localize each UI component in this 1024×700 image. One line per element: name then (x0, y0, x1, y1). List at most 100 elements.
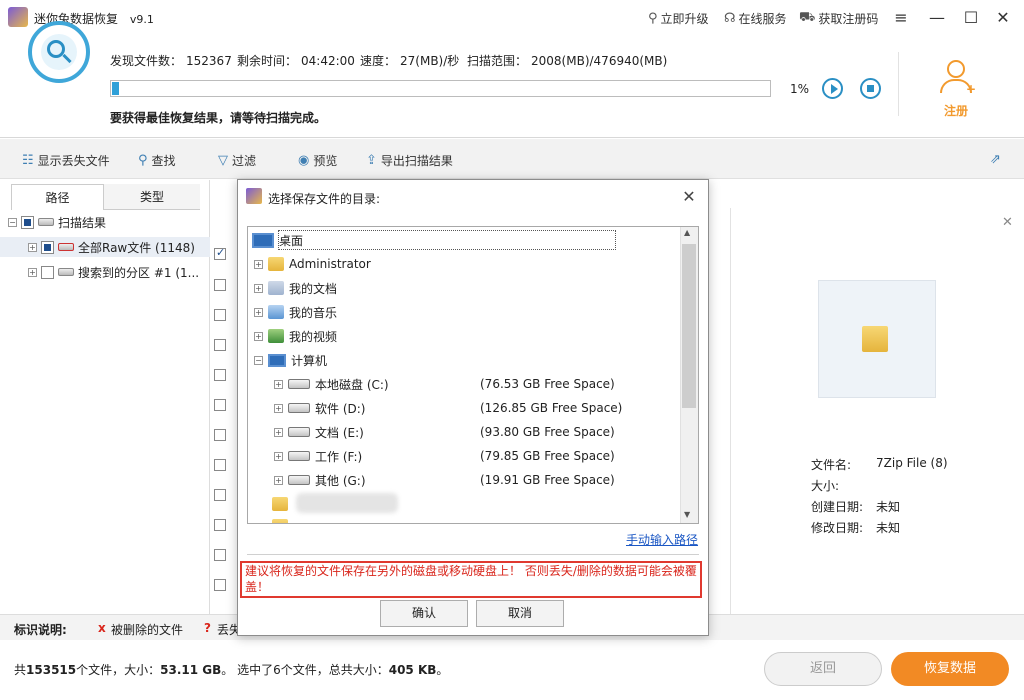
tree-computer[interactable]: − 计算机 (254, 349, 327, 371)
modified-label: 修改日期: (811, 521, 864, 535)
filename-label: 文件名: (811, 458, 852, 472)
tab-type[interactable]: 类型 (104, 184, 200, 210)
collapse-icon[interactable]: − (8, 217, 17, 227)
raw-drive-icon (58, 243, 74, 251)
partition-checkbox[interactable] (41, 265, 54, 279)
expand-icon[interactable]: + (274, 475, 283, 485)
share-button[interactable]: ⇗ (990, 152, 1001, 167)
play-icon (831, 84, 838, 94)
scan-progress-fill (112, 82, 119, 95)
collapse-icon[interactable]: − (254, 355, 263, 365)
upgrade-link[interactable]: ⚲ 立即升级 (648, 10, 709, 27)
scroll-down-icon[interactable]: ▼ (684, 510, 690, 519)
expand-icon[interactable]: + (274, 379, 283, 389)
eye-icon: ◉ (298, 153, 310, 168)
confirm-button[interactable]: 确认 (380, 600, 468, 627)
expand-icon[interactable]: + (274, 451, 283, 461)
tree-drive-f[interactable]: + 工作 (F:) (274, 445, 362, 467)
tree-label: 我的视频 (289, 329, 338, 344)
manual-path-link[interactable]: 手动输入路径 (626, 531, 698, 548)
maximize-button[interactable]: ☐ (958, 6, 984, 30)
tree-my-videos[interactable]: + 我的视频 (254, 325, 337, 347)
row-checkbox[interactable]: ✓ (214, 246, 226, 260)
row-checkbox[interactable] (214, 459, 226, 471)
row-checkbox[interactable] (214, 519, 226, 531)
app-logo-icon (8, 7, 28, 27)
created-value: 未知 (876, 500, 901, 514)
tree-scan-results[interactable]: − 扫描结果 (8, 212, 106, 232)
export-icon: ⇪ (366, 153, 377, 168)
row-checkbox[interactable] (214, 489, 226, 501)
tree-my-music[interactable]: + 我的音乐 (254, 301, 337, 323)
expand-icon[interactable]: + (28, 267, 37, 277)
tree-label: Administrator (289, 257, 371, 271)
expand-icon[interactable]: + (254, 307, 263, 317)
row-checkbox[interactable] (214, 429, 226, 441)
user-folder-icon (268, 257, 284, 271)
tree-label: 计算机 (291, 353, 328, 368)
expand-icon[interactable]: + (274, 403, 283, 413)
stop-button[interactable] (860, 78, 881, 99)
scan-results-checkbox[interactable] (21, 215, 34, 229)
row-checkbox[interactable] (214, 339, 226, 351)
resume-button[interactable] (822, 78, 843, 99)
expand-icon[interactable]: + (254, 331, 263, 341)
minimize-button[interactable]: — (924, 6, 950, 30)
summary-text: 共153515个文件，大小：53.11 GB。 选中了6个文件，总共大小：405… (14, 663, 449, 677)
tree-found-partition[interactable]: + 搜索到的分区 #1 (1... (28, 262, 199, 282)
folder-icon (862, 326, 888, 352)
tab-path[interactable]: 路径 (11, 184, 104, 210)
back-button[interactable]: 返回 (764, 652, 882, 686)
drive-name: 其他 (G:) (315, 473, 366, 488)
tree-blurred-folder-2[interactable] (272, 515, 288, 523)
dialog-app-icon (246, 188, 262, 204)
scroll-up-icon[interactable]: ▲ (684, 228, 690, 237)
preview-button[interactable]: ◉ 预览 (298, 152, 337, 169)
row-checkbox[interactable] (214, 399, 226, 411)
cancel-button[interactable]: 取消 (476, 600, 564, 627)
tree-desktop[interactable]: 桌面 (252, 229, 303, 251)
close-button[interactable]: ✕ (990, 6, 1016, 30)
row-checkbox[interactable] (214, 549, 226, 561)
scrollbar-thumb[interactable] (682, 244, 696, 408)
close-preview-icon[interactable]: ✕ (1002, 215, 1013, 230)
menu-button[interactable]: ≡ (888, 6, 914, 30)
tree-my-documents[interactable]: + 我的文档 (254, 277, 337, 299)
tree-label: 全部Raw文件 (1148) (78, 240, 195, 255)
raw-files-checkbox[interactable] (41, 240, 54, 254)
tree-drive-g[interactable]: + 其他 (G:) (274, 469, 366, 491)
drive-icon (58, 268, 74, 276)
show-lost-files-button[interactable]: ☷ 显示丢失文件 (22, 152, 110, 169)
row-checkbox[interactable] (214, 579, 226, 591)
tree-administrator[interactable]: + Administrator (254, 253, 371, 275)
filename-value: 7Zip File (8) (876, 456, 948, 470)
created-label: 创建日期: (811, 500, 864, 514)
hard-drive-icon (288, 427, 310, 437)
row-checkbox[interactable] (214, 369, 226, 381)
tree-drive-e[interactable]: + 文档 (E:) (274, 421, 364, 443)
user-add-icon[interactable] (947, 60, 965, 78)
folder-tree[interactable]: 桌面 + Administrator + 我的文档 + 我的音乐 + 我的视频 … (247, 226, 699, 524)
cart-icon: ⛟ (799, 10, 816, 25)
hard-drive-icon (288, 475, 310, 485)
row-checkbox[interactable] (214, 279, 226, 291)
register-button[interactable]: 注册 (944, 102, 968, 119)
headset-icon: ☊ (724, 11, 736, 26)
row-checkbox[interactable] (214, 309, 226, 321)
expand-icon[interactable]: + (254, 259, 263, 269)
online-service-link[interactable]: ☊ 在线服务 (724, 10, 787, 27)
expand-icon[interactable]: + (254, 283, 263, 293)
expand-icon[interactable]: + (28, 242, 37, 252)
export-scan-button[interactable]: ⇪ 导出扫描结果 (366, 152, 453, 169)
expand-icon[interactable]: + (274, 427, 283, 437)
recover-button[interactable]: 恢复数据 (891, 652, 1009, 686)
get-regcode-link[interactable]: ⛟ 获取注册码 (799, 10, 878, 27)
filter-button[interactable]: ▽ 过滤 (218, 152, 256, 169)
tree-drive-c[interactable]: + 本地磁盘 (C:) (274, 373, 389, 395)
find-button[interactable]: ⚲ 查找 (138, 152, 176, 169)
tree-drive-d[interactable]: + 软件 (D:) (274, 397, 365, 419)
dialog-close-button[interactable]: ✕ (680, 187, 698, 206)
legend-title: 标识说明: (14, 623, 67, 637)
tree-blurred-folder[interactable] (272, 493, 288, 515)
tree-raw-files[interactable]: + 全部Raw文件 (1148) (0, 237, 210, 257)
